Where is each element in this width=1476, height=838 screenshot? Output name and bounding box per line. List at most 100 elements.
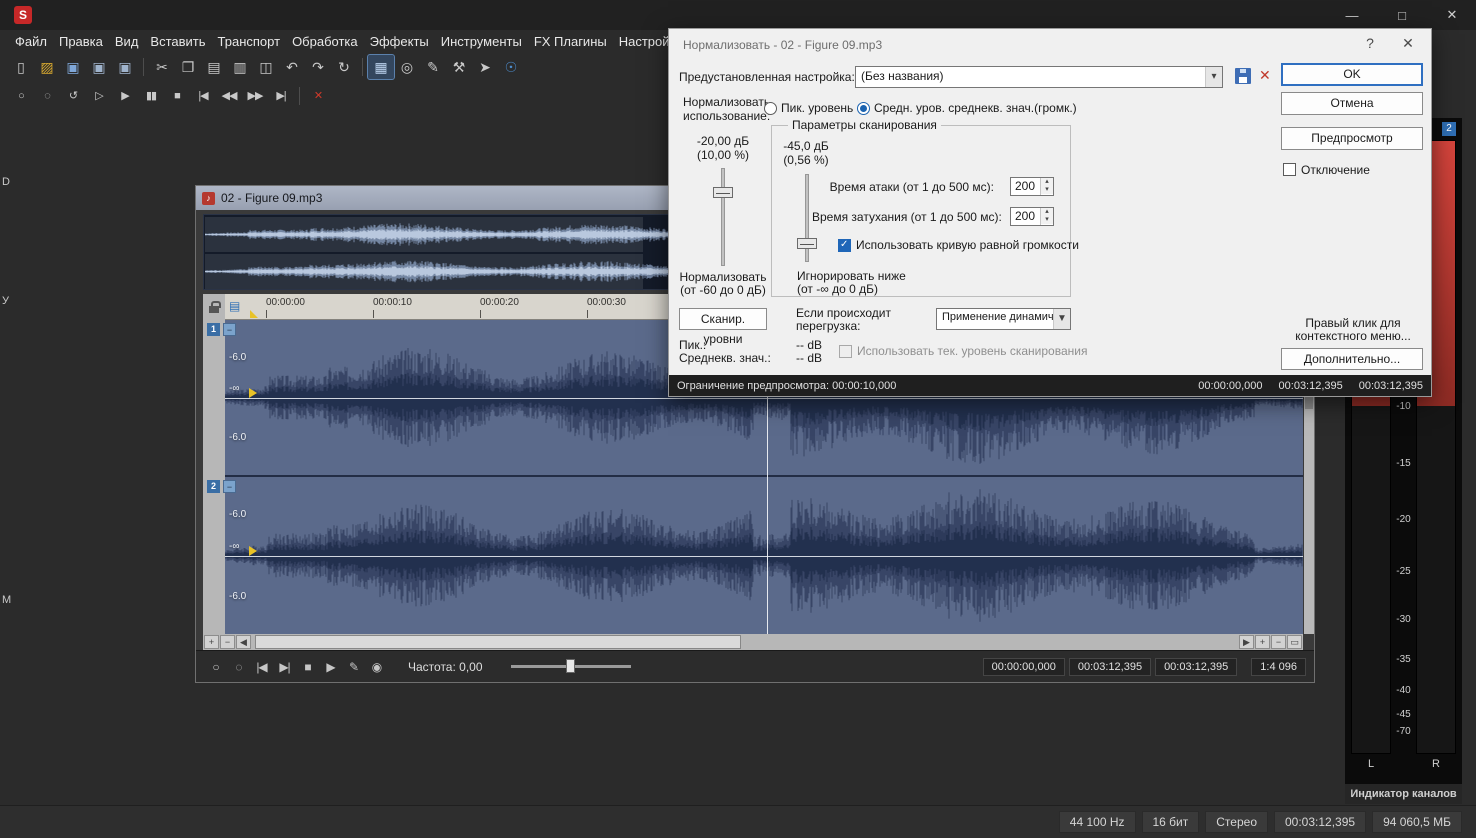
- zoom-selection-button[interactable]: ▭: [1287, 635, 1302, 649]
- restart-button[interactable]: ↺: [60, 84, 86, 108]
- menu-item-4[interactable]: Транспорт: [213, 31, 286, 52]
- time-box-2[interactable]: 00:03:12,395: [1155, 657, 1238, 676]
- save-button[interactable]: ▣: [60, 55, 86, 79]
- go-to-end-button[interactable]: ▶|: [268, 84, 294, 108]
- equal-loudness-checkbox[interactable]: [838, 239, 851, 252]
- use-current-scan-checkbox[interactable]: [839, 345, 852, 358]
- zoom-in-alt-button[interactable]: +: [1255, 635, 1270, 649]
- stop-button[interactable]: ■: [164, 84, 190, 108]
- forward-button[interactable]: ▶▶: [242, 84, 268, 108]
- scroll-left-button[interactable]: ◀: [236, 635, 251, 649]
- normalize-slider-thumb[interactable]: [713, 187, 733, 198]
- ruler-marker-icon[interactable]: [250, 310, 258, 318]
- ok-button[interactable]: OK: [1281, 63, 1423, 86]
- channel-1-badge[interactable]: 1: [207, 323, 220, 336]
- open-button[interactable]: ▨: [34, 55, 60, 79]
- preset-combobox[interactable]: (Без названия) ▾: [855, 66, 1223, 88]
- loop-playback-button[interactable]: ◌: [34, 84, 60, 108]
- delete-marker-button[interactable]: ✕: [305, 84, 331, 108]
- delete-preset-icon[interactable]: ✕: [1259, 67, 1271, 84]
- play-normal-button[interactable]: ▷: [86, 84, 112, 108]
- channel-2-badge[interactable]: 2: [207, 480, 220, 493]
- doc-go-to-start-button[interactable]: |◀: [250, 658, 273, 676]
- save-as-button[interactable]: ▣: [86, 55, 112, 79]
- rate-slider[interactable]: [510, 659, 631, 673]
- zoom-out-button[interactable]: −: [220, 635, 235, 649]
- time-box-1[interactable]: 00:03:12,395: [1068, 657, 1152, 676]
- dock-tab-0[interactable]: D: [2, 176, 10, 188]
- save-all-button[interactable]: ▣: [112, 55, 138, 79]
- app-titlebar[interactable]: S — □ ✕: [0, 0, 1476, 30]
- undo-button[interactable]: ↶: [279, 55, 305, 79]
- channel-2[interactable]: -6.0 -∞ -6.0: [225, 477, 1303, 634]
- channel-1-minimize-button[interactable]: −: [223, 323, 236, 336]
- menu-item-2[interactable]: Вид: [110, 31, 144, 52]
- save-preset-icon[interactable]: [1235, 68, 1251, 84]
- status-segment-2[interactable]: Стерео: [1205, 811, 1268, 833]
- scan-slider-thumb[interactable]: [797, 238, 817, 249]
- trim-button[interactable]: ◫: [253, 55, 279, 79]
- edit-tool-button[interactable]: ➤: [472, 55, 498, 79]
- channel-2-minimize-button[interactable]: −: [223, 480, 236, 493]
- clip-action-dropdown[interactable]: Применение динамиче ▼: [936, 308, 1071, 330]
- lock-icon[interactable]: [209, 301, 221, 313]
- app-icon[interactable]: S: [14, 6, 32, 24]
- time-box-0[interactable]: 00:00:00,000: [982, 657, 1065, 676]
- release-spin-down-icon[interactable]: ▾: [1041, 216, 1053, 224]
- play-all-button[interactable]: ▶: [112, 84, 138, 108]
- zoom-out-alt-button[interactable]: −: [1271, 635, 1286, 649]
- zoom-ratio-box[interactable]: 1:4 096: [1251, 657, 1306, 676]
- pause-button[interactable]: ▮▮: [138, 84, 164, 108]
- attack-spin-down-icon[interactable]: ▾: [1041, 186, 1053, 194]
- doc-edit-tool-button[interactable]: ✎: [342, 658, 365, 676]
- dialog-titlebar[interactable]: Нормализовать - 02 - Figure 09.mp3 ? ✕: [669, 29, 1431, 59]
- scan-levels-button[interactable]: Сканир. уровни: [679, 308, 767, 346]
- menu-item-6[interactable]: Эффекты: [365, 31, 434, 52]
- attack-spinner[interactable]: 200 ▴ ▾: [1010, 177, 1054, 196]
- horizontal-scrollbar[interactable]: + − ◀ ▶ + − ▭: [203, 634, 1303, 650]
- status-segment-3[interactable]: 00:03:12,395: [1274, 811, 1367, 833]
- magnify-button[interactable]: ◎: [394, 55, 420, 79]
- meter-panel-caption[interactable]: Индикатор каналов: [1345, 784, 1462, 804]
- peak-level-radio[interactable]: [764, 102, 777, 115]
- menu-item-7[interactable]: Инструменты: [436, 31, 527, 52]
- doc-record-button[interactable]: ○: [204, 658, 227, 676]
- cancel-button[interactable]: Отмена: [1281, 92, 1423, 115]
- combo-arrow-icon[interactable]: ▾: [1205, 67, 1222, 87]
- menu-item-1[interactable]: Правка: [54, 31, 108, 52]
- status-segment-0[interactable]: 44 100 Hz: [1058, 811, 1136, 833]
- release-spinner[interactable]: 200 ▴ ▾: [1010, 207, 1054, 226]
- doc-loop-button[interactable]: ◌: [227, 658, 250, 676]
- dialog-help-button[interactable]: ?: [1359, 35, 1381, 51]
- levels-icon[interactable]: ▤: [229, 299, 240, 313]
- maximize-button[interactable]: □: [1394, 8, 1410, 23]
- release-spin-up-icon[interactable]: ▴: [1041, 208, 1053, 216]
- menu-item-3[interactable]: Вставить: [145, 31, 210, 52]
- doc-go-to-end-button[interactable]: ▶|: [273, 658, 296, 676]
- paste-button[interactable]: ▤: [201, 55, 227, 79]
- dropdown-arrow-icon[interactable]: ▼: [1053, 309, 1070, 329]
- redo-button[interactable]: ↷: [305, 55, 331, 79]
- dock-tab-1[interactable]: У: [2, 295, 9, 307]
- help-pointer-button[interactable]: ☉: [498, 55, 524, 79]
- toolbox-button[interactable]: ⚒: [446, 55, 472, 79]
- status-segment-1[interactable]: 16 бит: [1141, 811, 1200, 833]
- dialog-close-button[interactable]: ✕: [1397, 35, 1419, 52]
- mix-paste-button[interactable]: ▥: [227, 55, 253, 79]
- scroll-right-button[interactable]: ▶: [1239, 635, 1254, 649]
- close-button[interactable]: ✕: [1444, 7, 1460, 23]
- doc-scrub-button[interactable]: ◉: [365, 658, 388, 676]
- menu-item-0[interactable]: Файл: [10, 31, 52, 52]
- minimize-button[interactable]: —: [1344, 8, 1360, 23]
- repeat-button[interactable]: ↻: [331, 55, 357, 79]
- attack-spin-up-icon[interactable]: ▴: [1041, 178, 1053, 186]
- spectral-edit-button[interactable]: ▦: [367, 54, 395, 80]
- menu-item-5[interactable]: Обработка: [287, 31, 363, 52]
- cut-button[interactable]: ✂: [149, 55, 175, 79]
- rate-slider-thumb[interactable]: [565, 659, 575, 673]
- go-to-start-button[interactable]: |◀: [190, 84, 216, 108]
- zoom-in-button[interactable]: +: [204, 635, 219, 649]
- pencil-tool-button[interactable]: ✎: [420, 55, 446, 79]
- status-segment-4[interactable]: 94 060,5 МБ: [1372, 811, 1462, 833]
- rewind-button[interactable]: ◀◀: [216, 84, 242, 108]
